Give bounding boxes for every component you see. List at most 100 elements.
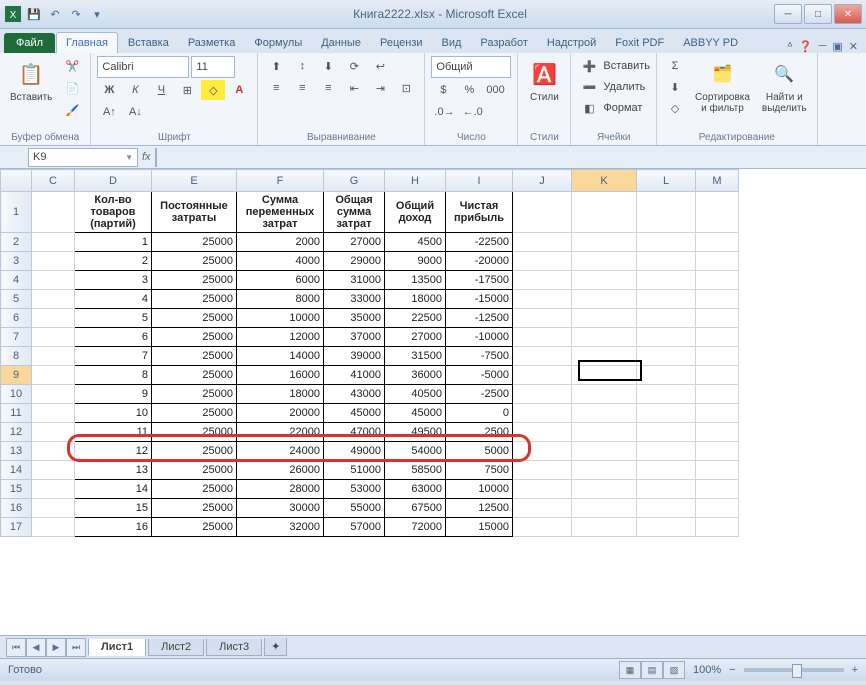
data-cell[interactable]: 27000 — [324, 233, 385, 252]
data-cell[interactable]: 25000 — [152, 366, 237, 385]
data-cell[interactable]: 58500 — [385, 461, 446, 480]
data-cell[interactable]: 4500 — [385, 233, 446, 252]
sheet-tab-1[interactable]: Лист1 — [88, 639, 146, 656]
styles-button[interactable]: 🅰️ Стили — [524, 56, 564, 105]
table-header[interactable]: Суммапеременныхзатрат — [237, 192, 324, 233]
spreadsheet-grid[interactable]: CDEFGHIJKLM1Кол-вотоваров(партий)Постоян… — [0, 169, 866, 635]
data-cell[interactable]: 14 — [75, 480, 152, 499]
data-cell[interactable]: -5000 — [446, 366, 513, 385]
row-header-8[interactable]: 8 — [1, 347, 32, 366]
data-cell[interactable]: 47000 — [324, 423, 385, 442]
data-cell[interactable]: 32000 — [237, 518, 324, 537]
row-header-4[interactable]: 4 — [1, 271, 32, 290]
data-cell[interactable]: 51000 — [324, 461, 385, 480]
data-cell[interactable]: 43000 — [324, 385, 385, 404]
data-cell[interactable]: 14000 — [237, 347, 324, 366]
row-header-15[interactable]: 15 — [1, 480, 32, 499]
data-cell[interactable]: 49500 — [385, 423, 446, 442]
data-cell[interactable]: 72000 — [385, 518, 446, 537]
data-cell[interactable]: 25000 — [152, 347, 237, 366]
align-middle-icon[interactable]: ↕ — [290, 56, 314, 76]
data-cell[interactable]: 31000 — [324, 271, 385, 290]
fx-icon[interactable]: fx — [142, 151, 151, 163]
data-cell[interactable]: 22500 — [385, 309, 446, 328]
zoom-slider[interactable] — [744, 668, 844, 672]
zoom-out-icon[interactable]: − — [729, 664, 735, 676]
data-cell[interactable]: 25000 — [152, 233, 237, 252]
table-header[interactable]: Постоянныезатраты — [152, 192, 237, 233]
dec-decimal-icon[interactable]: ←.0 — [460, 102, 486, 122]
sheet-nav-last-icon[interactable]: ⏭ — [66, 638, 86, 657]
grow-font-icon[interactable]: A↑ — [97, 102, 121, 122]
col-header-K[interactable]: K — [572, 170, 637, 192]
data-cell[interactable]: 12 — [75, 442, 152, 461]
undo-icon[interactable]: ↶ — [46, 5, 64, 23]
data-cell[interactable]: 45000 — [324, 404, 385, 423]
data-cell[interactable]: 25000 — [152, 404, 237, 423]
row-header-6[interactable]: 6 — [1, 309, 32, 328]
data-cell[interactable]: 12000 — [237, 328, 324, 347]
data-cell[interactable]: 35000 — [324, 309, 385, 328]
qat-dropdown-icon[interactable]: ▾ — [88, 5, 106, 23]
save-icon[interactable]: 💾 — [25, 5, 43, 23]
normal-view-icon[interactable]: ▦ — [619, 661, 641, 679]
col-header-G[interactable]: G — [324, 170, 385, 192]
col-header-L[interactable]: L — [637, 170, 696, 192]
align-center-icon[interactable]: ≡ — [290, 78, 314, 98]
help-icon[interactable]: ❓ — [799, 40, 813, 53]
minimize-ribbon-icon[interactable]: ᐞ — [787, 40, 793, 53]
col-header-H[interactable]: H — [385, 170, 446, 192]
data-cell[interactable]: 18000 — [385, 290, 446, 309]
col-header-E[interactable]: E — [152, 170, 237, 192]
data-cell[interactable]: 36000 — [385, 366, 446, 385]
data-cell[interactable]: 33000 — [324, 290, 385, 309]
currency-icon[interactable]: $ — [431, 80, 455, 100]
data-cell[interactable]: 25000 — [152, 290, 237, 309]
data-cell[interactable]: 11 — [75, 423, 152, 442]
data-cell[interactable]: 25000 — [152, 385, 237, 404]
row-header-9[interactable]: 9 — [1, 366, 32, 385]
data-cell[interactable]: 7500 — [446, 461, 513, 480]
data-cell[interactable]: 54000 — [385, 442, 446, 461]
data-cell[interactable]: 25000 — [152, 271, 237, 290]
data-cell[interactable]: 57000 — [324, 518, 385, 537]
data-cell[interactable]: 55000 — [324, 499, 385, 518]
name-box-dropdown-icon[interactable]: ▼ — [125, 153, 133, 162]
row-header-16[interactable]: 16 — [1, 499, 32, 518]
data-cell[interactable]: -2500 — [446, 385, 513, 404]
sheet-tab-2[interactable]: Лист2 — [148, 639, 204, 656]
data-cell[interactable]: 31500 — [385, 347, 446, 366]
autosum-icon[interactable]: Σ — [663, 56, 687, 76]
clear-icon[interactable]: ◇ — [663, 98, 687, 118]
data-cell[interactable]: 22000 — [237, 423, 324, 442]
cells-insert-button[interactable]: ➕Вставить — [577, 56, 650, 76]
data-cell[interactable]: -15000 — [446, 290, 513, 309]
row-header-1[interactable]: 1 — [1, 192, 32, 233]
data-cell[interactable]: 25000 — [152, 309, 237, 328]
data-cell[interactable]: 53000 — [324, 480, 385, 499]
data-cell[interactable]: 6 — [75, 328, 152, 347]
find-select-button[interactable]: 🔍 Найти и выделить — [758, 56, 811, 116]
data-cell[interactable]: 6000 — [237, 271, 324, 290]
align-bottom-icon[interactable]: ⬇ — [316, 56, 340, 76]
cells-format-button[interactable]: ◧Формат — [577, 98, 642, 118]
data-cell[interactable]: 25000 — [152, 480, 237, 499]
row-header-5[interactable]: 5 — [1, 290, 32, 309]
data-cell[interactable]: 15000 — [446, 518, 513, 537]
table-header[interactable]: Чистаяприбыль — [446, 192, 513, 233]
copy-icon[interactable]: 📄 — [60, 78, 84, 98]
doc-restore-icon[interactable]: ▣ — [832, 40, 842, 53]
sheet-tab-3[interactable]: Лист3 — [206, 639, 262, 656]
review-tab[interactable]: Рецензи — [371, 33, 432, 53]
home-tab[interactable]: Главная — [56, 32, 118, 53]
minimize-button[interactable]: ─ — [774, 4, 802, 24]
data-cell[interactable]: 2500 — [446, 423, 513, 442]
data-cell[interactable]: -17500 — [446, 271, 513, 290]
layout-tab[interactable]: Разметка — [179, 33, 245, 53]
data-cell[interactable]: 12500 — [446, 499, 513, 518]
data-cell[interactable]: 5000 — [446, 442, 513, 461]
data-cell[interactable]: 9000 — [385, 252, 446, 271]
formulas-tab[interactable]: Формулы — [245, 33, 311, 53]
table-header[interactable]: Кол-вотоваров(партий) — [75, 192, 152, 233]
font-size-combo[interactable]: 11 — [191, 56, 235, 78]
